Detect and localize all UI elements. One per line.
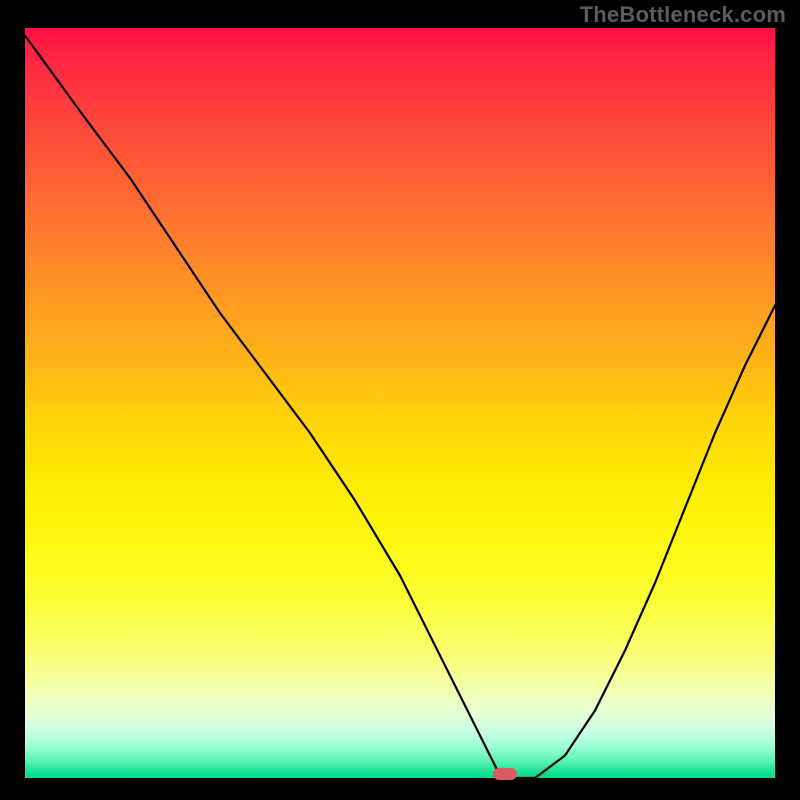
brand-watermark: TheBottleneck.com: [580, 2, 786, 28]
plot-area: [25, 28, 775, 778]
optimal-marker: [493, 768, 517, 780]
chart-container: TheBottleneck.com: [0, 0, 800, 800]
bottleneck-curve: [25, 28, 775, 778]
